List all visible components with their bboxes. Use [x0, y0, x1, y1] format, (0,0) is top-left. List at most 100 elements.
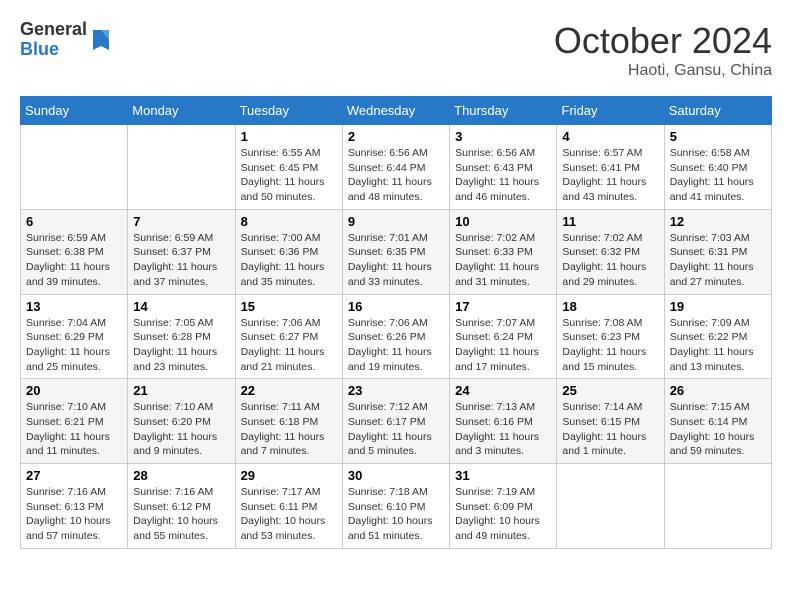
- day-number: 5: [670, 129, 766, 144]
- calendar-cell: [664, 464, 771, 549]
- day-number: 7: [133, 214, 229, 229]
- day-number: 17: [455, 299, 551, 314]
- day-number: 8: [241, 214, 337, 229]
- weekday-header: Saturday: [664, 97, 771, 125]
- day-number: 27: [26, 468, 122, 483]
- cell-info: Sunrise: 7:08 AM Sunset: 6:23 PM Dayligh…: [562, 316, 658, 375]
- cell-info: Sunrise: 7:04 AM Sunset: 6:29 PM Dayligh…: [26, 316, 122, 375]
- calendar-cell: [21, 125, 128, 210]
- cell-info: Sunrise: 7:17 AM Sunset: 6:11 PM Dayligh…: [241, 485, 337, 544]
- logo-icon: [89, 26, 113, 54]
- logo-blue-text: Blue: [20, 40, 87, 60]
- weekday-header: Monday: [128, 97, 235, 125]
- calendar-cell: 2 Sunrise: 6:56 AM Sunset: 6:44 PM Daylig…: [342, 125, 449, 210]
- cell-info: Sunrise: 6:58 AM Sunset: 6:40 PM Dayligh…: [670, 146, 766, 205]
- cell-info: Sunrise: 7:02 AM Sunset: 6:33 PM Dayligh…: [455, 231, 551, 290]
- weekday-header: Tuesday: [235, 97, 342, 125]
- day-number: 3: [455, 129, 551, 144]
- cell-info: Sunrise: 7:05 AM Sunset: 6:28 PM Dayligh…: [133, 316, 229, 375]
- cell-info: Sunrise: 6:55 AM Sunset: 6:45 PM Dayligh…: [241, 146, 337, 205]
- day-number: 13: [26, 299, 122, 314]
- cell-info: Sunrise: 6:57 AM Sunset: 6:41 PM Dayligh…: [562, 146, 658, 205]
- day-number: 19: [670, 299, 766, 314]
- day-number: 6: [26, 214, 122, 229]
- day-number: 16: [348, 299, 444, 314]
- calendar-cell: 6 Sunrise: 6:59 AM Sunset: 6:38 PM Daylig…: [21, 209, 128, 294]
- calendar-table: SundayMondayTuesdayWednesdayThursdayFrid…: [20, 96, 772, 549]
- calendar-cell: 28 Sunrise: 7:16 AM Sunset: 6:12 PM Dayli…: [128, 464, 235, 549]
- calendar-cell: 7 Sunrise: 6:59 AM Sunset: 6:37 PM Daylig…: [128, 209, 235, 294]
- calendar-cell: 3Sunrise: 6:56 AM Sunset: 6:43 PM Daylig…: [450, 125, 557, 210]
- calendar-header-row: SundayMondayTuesdayWednesdayThursdayFrid…: [21, 97, 772, 125]
- calendar-cell: 10 Sunrise: 7:02 AM Sunset: 6:33 PM Dayli…: [450, 209, 557, 294]
- cell-info: Sunrise: 7:09 AM Sunset: 6:22 PM Dayligh…: [670, 316, 766, 375]
- cell-info: Sunrise: 7:00 AM Sunset: 6:36 PM Dayligh…: [241, 231, 337, 290]
- day-number: 30: [348, 468, 444, 483]
- cell-info: Sunrise: 7:12 AM Sunset: 6:17 PM Dayligh…: [348, 400, 444, 459]
- calendar-cell: 25 Sunrise: 7:14 AM Sunset: 6:15 PM Dayli…: [557, 379, 664, 464]
- cell-info: Sunrise: 7:02 AM Sunset: 6:32 PM Dayligh…: [562, 231, 658, 290]
- day-number: 25: [562, 383, 658, 398]
- cell-info: Sunrise: 7:14 AM Sunset: 6:15 PM Dayligh…: [562, 400, 658, 459]
- day-number: 20: [26, 383, 122, 398]
- calendar-cell: 13 Sunrise: 7:04 AM Sunset: 6:29 PM Dayli…: [21, 294, 128, 379]
- calendar-week-row: 1 Sunrise: 6:55 AM Sunset: 6:45 PM Daylig…: [21, 125, 772, 210]
- day-number: 29: [241, 468, 337, 483]
- calendar-cell: 9Sunrise: 7:01 AM Sunset: 6:35 PM Daylig…: [342, 209, 449, 294]
- calendar-cell: 15Sunrise: 7:06 AM Sunset: 6:27 PM Dayli…: [235, 294, 342, 379]
- calendar-week-row: 20 Sunrise: 7:10 AM Sunset: 6:21 PM Dayli…: [21, 379, 772, 464]
- day-number: 10: [455, 214, 551, 229]
- day-number: 31: [455, 468, 551, 483]
- cell-info: Sunrise: 7:11 AM Sunset: 6:18 PM Dayligh…: [241, 400, 337, 459]
- day-number: 4: [562, 129, 658, 144]
- calendar-cell: 14 Sunrise: 7:05 AM Sunset: 6:28 PM Dayli…: [128, 294, 235, 379]
- day-number: 18: [562, 299, 658, 314]
- weekday-header: Wednesday: [342, 97, 449, 125]
- weekday-header: Thursday: [450, 97, 557, 125]
- calendar-cell: 16Sunrise: 7:06 AM Sunset: 6:26 PM Dayli…: [342, 294, 449, 379]
- calendar-cell: [557, 464, 664, 549]
- day-number: 2: [348, 129, 444, 144]
- calendar-cell: [128, 125, 235, 210]
- cell-info: Sunrise: 6:59 AM Sunset: 6:38 PM Dayligh…: [26, 231, 122, 290]
- day-number: 24: [455, 383, 551, 398]
- day-number: 26: [670, 383, 766, 398]
- cell-info: Sunrise: 7:10 AM Sunset: 6:20 PM Dayligh…: [133, 400, 229, 459]
- calendar-cell: 11 Sunrise: 7:02 AM Sunset: 6:32 PM Dayli…: [557, 209, 664, 294]
- day-number: 21: [133, 383, 229, 398]
- calendar-cell: 12 Sunrise: 7:03 AM Sunset: 6:31 PM Dayli…: [664, 209, 771, 294]
- day-number: 1: [241, 129, 337, 144]
- calendar-cell: 21 Sunrise: 7:10 AM Sunset: 6:20 PM Dayli…: [128, 379, 235, 464]
- calendar-cell: 22 Sunrise: 7:11 AM Sunset: 6:18 PM Dayli…: [235, 379, 342, 464]
- calendar-week-row: 13 Sunrise: 7:04 AM Sunset: 6:29 PM Dayli…: [21, 294, 772, 379]
- calendar-cell: 20 Sunrise: 7:10 AM Sunset: 6:21 PM Dayli…: [21, 379, 128, 464]
- cell-info: Sunrise: 7:16 AM Sunset: 6:12 PM Dayligh…: [133, 485, 229, 544]
- logo-general-text: General: [20, 20, 87, 40]
- day-number: 23: [348, 383, 444, 398]
- calendar-week-row: 6 Sunrise: 6:59 AM Sunset: 6:38 PM Daylig…: [21, 209, 772, 294]
- weekday-header: Sunday: [21, 97, 128, 125]
- cell-info: Sunrise: 7:10 AM Sunset: 6:21 PM Dayligh…: [26, 400, 122, 459]
- calendar-cell: 19 Sunrise: 7:09 AM Sunset: 6:22 PM Dayli…: [664, 294, 771, 379]
- month-title: October 2024: [554, 20, 772, 62]
- cell-info: Sunrise: 7:06 AM Sunset: 6:27 PM Dayligh…: [241, 316, 337, 375]
- day-number: 22: [241, 383, 337, 398]
- cell-info: Sunrise: 7:03 AM Sunset: 6:31 PM Dayligh…: [670, 231, 766, 290]
- calendar-cell: 23 Sunrise: 7:12 AM Sunset: 6:17 PM Dayli…: [342, 379, 449, 464]
- day-number: 28: [133, 468, 229, 483]
- day-number: 11: [562, 214, 658, 229]
- calendar-cell: 4 Sunrise: 6:57 AM Sunset: 6:41 PM Daylig…: [557, 125, 664, 210]
- cell-info: Sunrise: 7:07 AM Sunset: 6:24 PM Dayligh…: [455, 316, 551, 375]
- calendar-cell: 18 Sunrise: 7:08 AM Sunset: 6:23 PM Dayli…: [557, 294, 664, 379]
- cell-info: Sunrise: 7:16 AM Sunset: 6:13 PM Dayligh…: [26, 485, 122, 544]
- day-number: 14: [133, 299, 229, 314]
- calendar-cell: 31Sunrise: 7:19 AM Sunset: 6:09 PM Dayli…: [450, 464, 557, 549]
- cell-info: Sunrise: 6:56 AM Sunset: 6:44 PM Dayligh…: [348, 146, 444, 205]
- title-block: October 2024 Haoti, Gansu, China: [554, 20, 772, 80]
- calendar-cell: 17 Sunrise: 7:07 AM Sunset: 6:24 PM Dayli…: [450, 294, 557, 379]
- cell-info: Sunrise: 6:59 AM Sunset: 6:37 PM Dayligh…: [133, 231, 229, 290]
- day-number: 12: [670, 214, 766, 229]
- day-number: 9: [348, 214, 444, 229]
- calendar-cell: 30Sunrise: 7:18 AM Sunset: 6:10 PM Dayli…: [342, 464, 449, 549]
- calendar-cell: 24Sunrise: 7:13 AM Sunset: 6:16 PM Dayli…: [450, 379, 557, 464]
